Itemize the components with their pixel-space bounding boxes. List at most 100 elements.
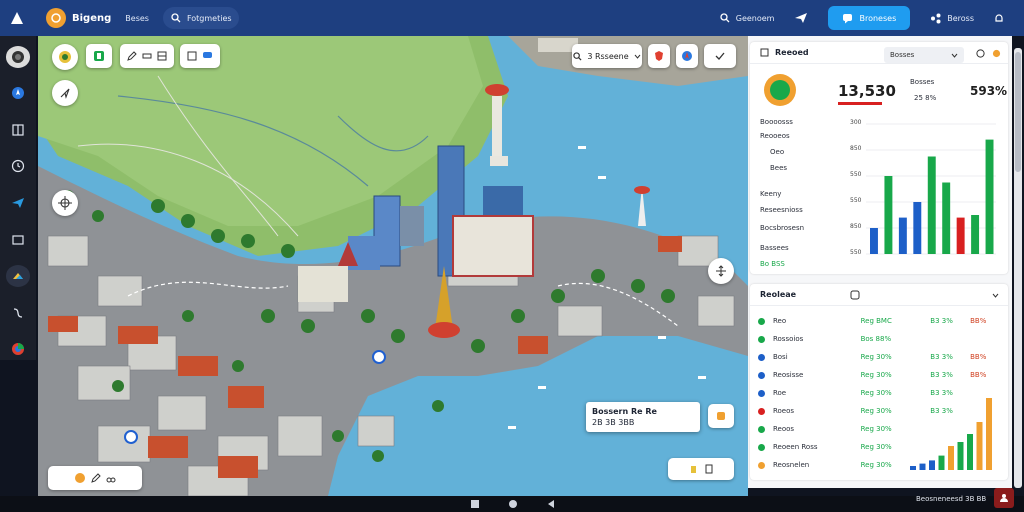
list-item[interactable]: Reosisse Reg 30% B3 3% BB% bbox=[758, 368, 1000, 382]
chart-bar[interactable] bbox=[938, 455, 945, 470]
crosshair-icon bbox=[58, 196, 72, 210]
notification-button[interactable] bbox=[994, 13, 1004, 24]
chevron-down-icon[interactable] bbox=[992, 293, 999, 298]
chevron-down-icon bbox=[951, 53, 958, 58]
status-dot-icon bbox=[758, 317, 765, 325]
help-icon[interactable] bbox=[976, 49, 985, 58]
chart-bar[interactable] bbox=[957, 442, 964, 470]
map-style-button[interactable] bbox=[648, 44, 670, 68]
list-card: Reoleae Reo Reg BMC B3 3% BB% Rossoios Bos 88… bbox=[750, 284, 1008, 480]
chart-bar[interactable] bbox=[976, 422, 983, 470]
map-locate-button[interactable] bbox=[52, 190, 78, 216]
layer-icon bbox=[94, 51, 104, 61]
list-item-name: Reoeen Ross bbox=[772, 443, 818, 451]
map-layer-button[interactable] bbox=[86, 44, 112, 68]
rail-send-button[interactable] bbox=[6, 192, 30, 214]
map-measure-group[interactable] bbox=[180, 44, 220, 68]
chart-bar[interactable] bbox=[986, 398, 992, 470]
rail-screen-button[interactable] bbox=[6, 229, 30, 251]
pencil-icon bbox=[127, 51, 137, 61]
stat-label-a: Boooosss bbox=[760, 118, 793, 126]
list-item-name: Reosisse bbox=[772, 371, 804, 379]
map-compass-button[interactable] bbox=[676, 44, 698, 68]
map-pin[interactable] bbox=[124, 430, 138, 444]
back-nav-icon[interactable] bbox=[546, 499, 556, 509]
plane-button[interactable] bbox=[794, 12, 808, 24]
primary-button-label: Broneses bbox=[859, 13, 897, 23]
chart-bar[interactable] bbox=[967, 434, 973, 470]
chart-bar[interactable] bbox=[898, 217, 907, 254]
list-item-percent: B3 3% bbox=[930, 317, 953, 325]
map-tools-group[interactable] bbox=[120, 44, 174, 68]
stat-sub-value: 25 8% bbox=[914, 94, 937, 102]
map-popup[interactable]: Bossern Re Re 2B 3B 3BB bbox=[586, 402, 700, 432]
stats-period-select[interactable]: Bosses bbox=[884, 47, 964, 63]
book-icon bbox=[12, 124, 24, 136]
rail-globe-button[interactable] bbox=[6, 46, 30, 68]
app-logo-icon[interactable] bbox=[0, 0, 34, 36]
chart-bar[interactable] bbox=[956, 217, 965, 254]
map-layers-toggle[interactable] bbox=[668, 458, 734, 480]
rail-clock-button[interactable] bbox=[6, 156, 30, 178]
plane-icon bbox=[795, 13, 808, 23]
top-search-button[interactable]: Fotgmeties bbox=[162, 7, 239, 29]
chart-bar[interactable] bbox=[985, 139, 994, 254]
popup-edit-button[interactable] bbox=[708, 404, 734, 428]
stat-label-i: Bo BSS bbox=[760, 260, 785, 268]
chart-bar[interactable] bbox=[929, 460, 935, 470]
chart-bar[interactable] bbox=[942, 182, 951, 255]
top-bar: Bigeng Beses Fotgmeties Geenoem Broneses… bbox=[0, 0, 1024, 36]
map-expand-button[interactable] bbox=[708, 258, 734, 284]
chart-bar[interactable] bbox=[870, 228, 878, 254]
refresh-icon[interactable] bbox=[850, 290, 860, 300]
chart-bar[interactable] bbox=[927, 156, 936, 255]
list-item[interactable]: Bosi Reg 30% B3 3% BB% bbox=[758, 350, 1000, 364]
list-item-name: Roe bbox=[772, 389, 787, 397]
home-nav-icon[interactable] bbox=[470, 499, 480, 509]
stat-label-b: Reooeos bbox=[760, 132, 790, 140]
primary-button[interactable]: Broneses bbox=[828, 6, 911, 30]
panel-scroll-thumb[interactable] bbox=[1015, 52, 1021, 172]
status-text: Beosneneesd 3B BB bbox=[916, 495, 987, 503]
top-search-item[interactable]: Geenoem bbox=[720, 13, 774, 23]
map-navigate-button[interactable] bbox=[52, 80, 78, 106]
rail-layers-button[interactable] bbox=[6, 265, 30, 287]
right-panel: Reeoed Bosses 13,530 25 8% Bosses 593% B… bbox=[748, 36, 1012, 488]
map-confirm-button[interactable] bbox=[704, 44, 736, 68]
chart-bar[interactable] bbox=[913, 202, 922, 254]
stats-card-header: Reeoed Bosses bbox=[750, 42, 1008, 64]
badge-icon bbox=[75, 473, 85, 483]
map-home-button[interactable] bbox=[52, 44, 78, 70]
chart-bar[interactable] bbox=[910, 466, 916, 470]
brand-name: Bigeng bbox=[72, 12, 112, 24]
list-item-name: Reo bbox=[772, 317, 787, 325]
chart-bar[interactable] bbox=[948, 446, 954, 470]
status-dot-icon bbox=[758, 425, 765, 433]
system-nav-bar bbox=[0, 496, 1024, 512]
share-item[interactable]: Beross bbox=[930, 13, 974, 24]
window-icon bbox=[760, 48, 769, 57]
map-pin[interactable] bbox=[372, 350, 386, 364]
map-view[interactable]: 3 Rsseene Bossern Re Re 2B 3B 3BB bbox=[38, 36, 748, 496]
map-legend-button[interactable] bbox=[48, 466, 142, 490]
top-link[interactable]: Beses bbox=[125, 14, 149, 23]
corner-user-button[interactable] bbox=[994, 488, 1014, 508]
list-card-header: Reoleae bbox=[750, 284, 1008, 306]
rail-route-button[interactable] bbox=[6, 302, 30, 324]
check-icon bbox=[715, 52, 725, 60]
brand[interactable]: Bigeng bbox=[46, 8, 111, 28]
chart-bar[interactable] bbox=[971, 215, 980, 254]
rail-book-button[interactable] bbox=[6, 119, 30, 141]
bell-icon bbox=[995, 13, 1003, 22]
list-item[interactable]: Reo Reg BMC B3 3% BB% bbox=[758, 314, 1000, 328]
chart-bar[interactable] bbox=[919, 463, 926, 470]
circle-nav-icon[interactable] bbox=[508, 499, 518, 509]
rail-compass-button[interactable] bbox=[6, 83, 30, 105]
more-icon[interactable] bbox=[992, 49, 1001, 58]
map-filter-dropdown[interactable]: 3 Rsseene bbox=[572, 44, 642, 68]
chart-bar[interactable] bbox=[884, 176, 893, 254]
top-search-label: Fotgmeties bbox=[186, 13, 232, 23]
list-item[interactable]: Rossoios Bos 88% bbox=[758, 332, 1000, 346]
stat-underline bbox=[838, 102, 882, 105]
rail-chrome-button[interactable] bbox=[6, 339, 30, 361]
